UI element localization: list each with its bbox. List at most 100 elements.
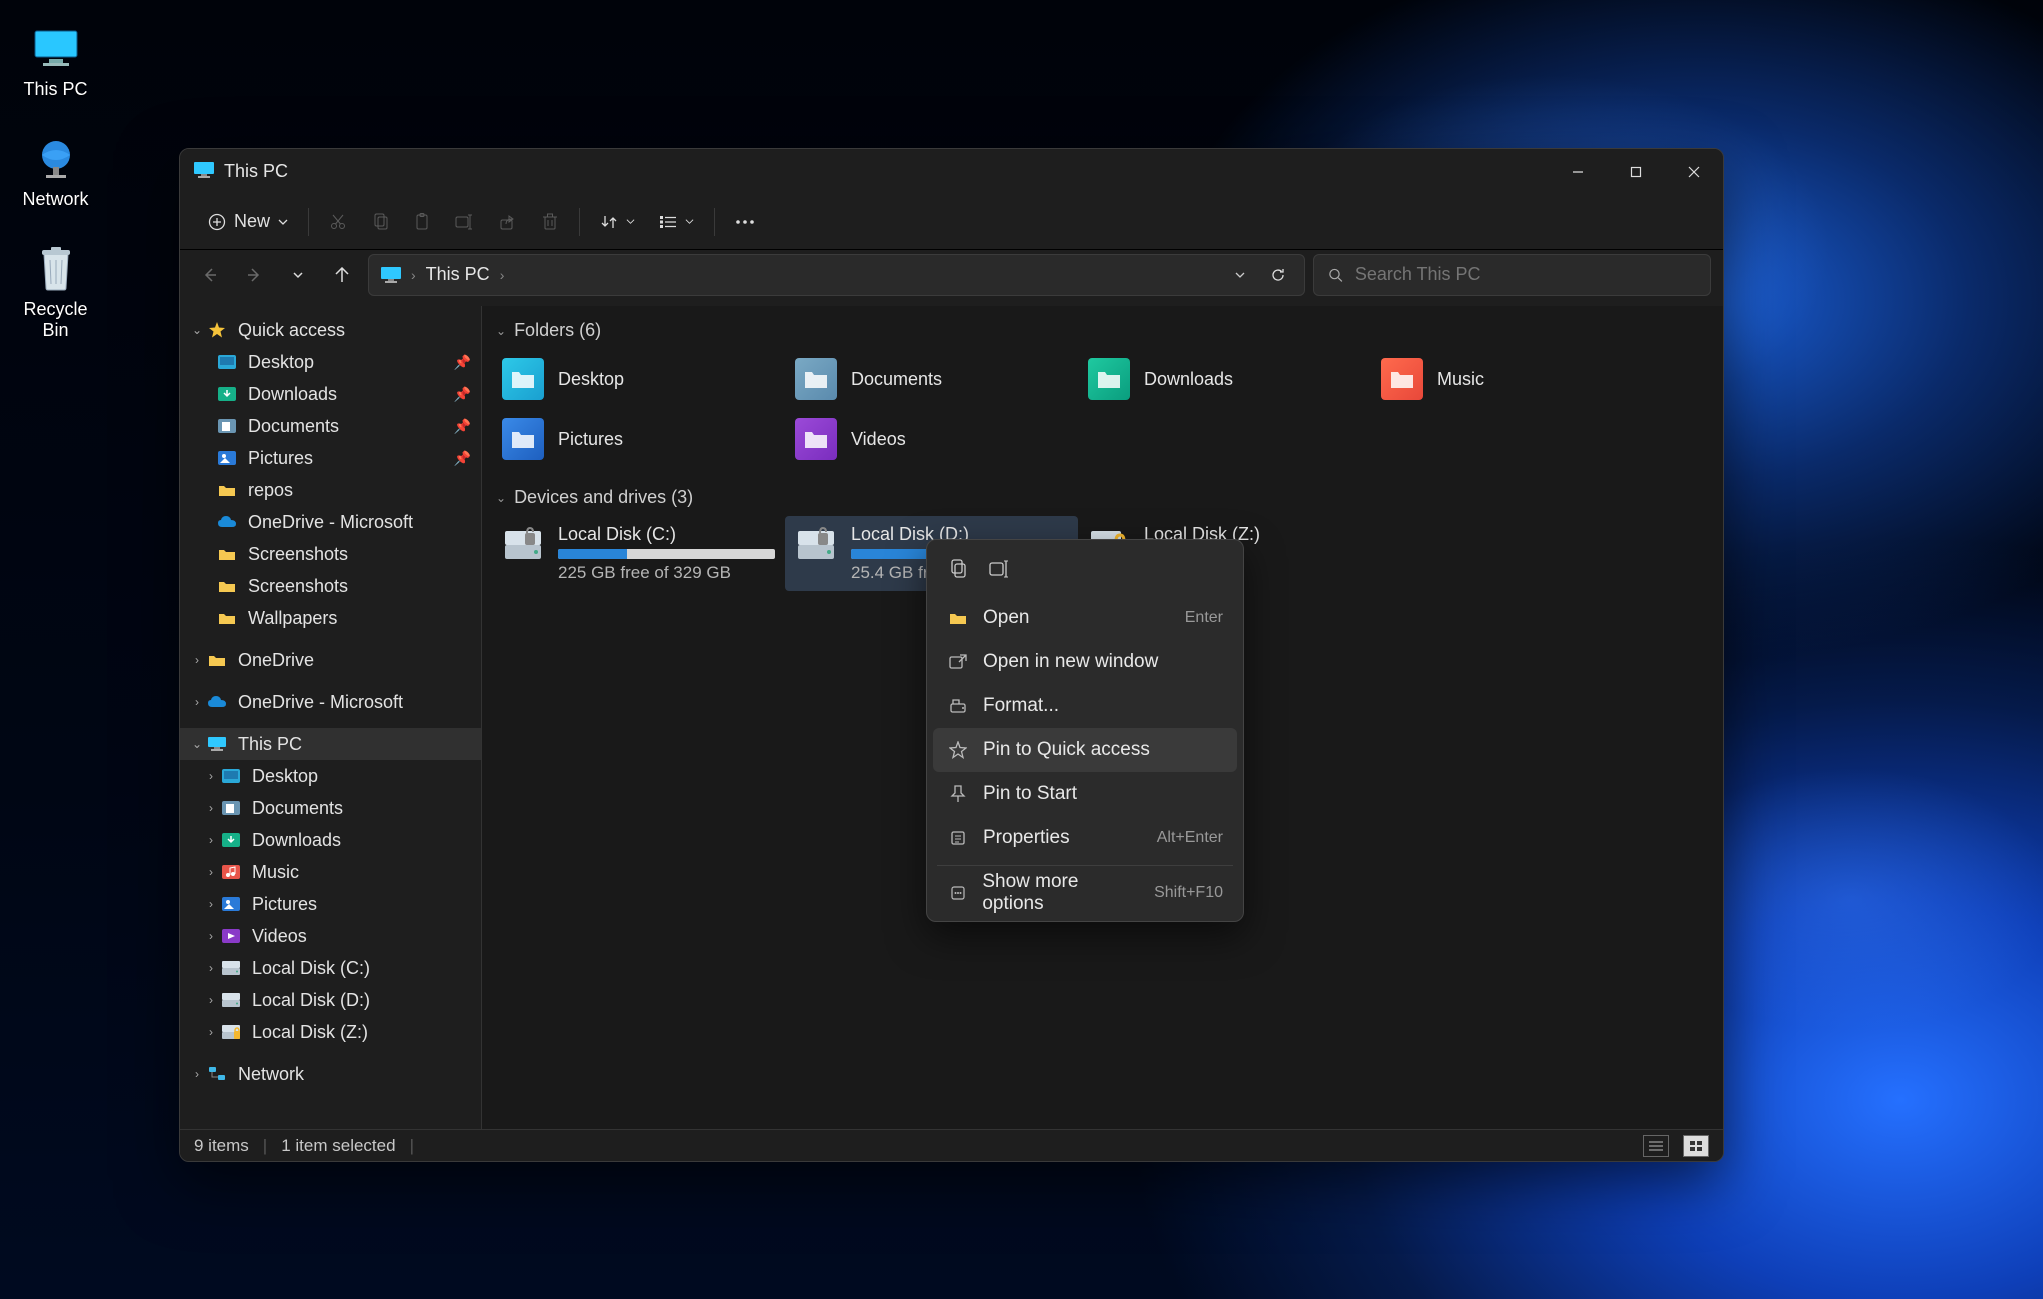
cut-button[interactable] <box>319 203 357 241</box>
drive-icon <box>502 524 544 566</box>
rename-button[interactable] <box>445 203 485 241</box>
sidebar-item-label: This PC <box>238 734 302 755</box>
chevron-right-icon[interactable]: › <box>188 1067 206 1081</box>
paste-button[interactable] <box>403 203 441 241</box>
maximize-button[interactable] <box>1607 149 1665 194</box>
sidebar-item-pictures[interactable]: › Pictures <box>180 888 481 920</box>
sidebar-item-onedrive---microsoft[interactable]: OneDrive - Microsoft <box>180 506 481 538</box>
delete-button[interactable] <box>531 203 569 241</box>
context-menu-format-[interactable]: Format... <box>933 684 1237 728</box>
new-button[interactable]: New <box>198 203 298 241</box>
chevron-right-icon[interactable]: › <box>202 769 220 783</box>
drive-item-local-disk-c-[interactable]: Local Disk (C:)225 GB free of 329 GB <box>492 516 785 591</box>
navigation-pane[interactable]: ⌄ Quick access Desktop📌Downloads📌Documen… <box>180 306 482 1129</box>
chevron-right-icon[interactable]: › <box>202 929 220 943</box>
sidebar-onedrive-ms[interactable]: › OneDrive - Microsoft <box>180 686 481 718</box>
pictures-icon <box>220 893 242 915</box>
chevron-right-icon[interactable]: › <box>188 653 206 667</box>
group-header-folders[interactable]: ⌄ Folders (6) <box>486 314 1719 347</box>
titlebar[interactable]: This PC <box>180 149 1723 194</box>
tiles-view-button[interactable] <box>1683 1135 1709 1157</box>
chevron-down-icon[interactable]: ⌄ <box>188 737 206 751</box>
pin-icon: 📌 <box>454 354 471 371</box>
minimize-button[interactable] <box>1549 149 1607 194</box>
recent-button[interactable] <box>280 256 316 294</box>
sidebar-item-label: Music <box>252 862 299 883</box>
breadcrumb-item[interactable]: This PC <box>426 264 490 285</box>
chevron-right-icon[interactable]: › <box>202 1025 220 1039</box>
sidebar-item-label: Documents <box>252 798 343 819</box>
sidebar-item-pictures[interactable]: Pictures📌 <box>180 442 481 474</box>
folder-item-documents[interactable]: Documents <box>785 349 1078 409</box>
sidebar-item-documents[interactable]: Documents📌 <box>180 410 481 442</box>
sidebar-item-label: Downloads <box>248 384 337 405</box>
view-button[interactable] <box>649 203 704 241</box>
search-box[interactable] <box>1313 254 1711 296</box>
context-menu-open-in-new-window[interactable]: Open in new window <box>933 640 1237 684</box>
sidebar-item-downloads[interactable]: Downloads📌 <box>180 378 481 410</box>
folder-item-music[interactable]: Music <box>1371 349 1664 409</box>
sidebar-item-wallpapers[interactable]: Wallpapers <box>180 602 481 634</box>
group-header-drives[interactable]: ⌄ Devices and drives (3) <box>486 481 1719 514</box>
details-view-button[interactable] <box>1643 1135 1669 1157</box>
sidebar-item-repos[interactable]: repos <box>180 474 481 506</box>
sidebar-item-documents[interactable]: › Documents <box>180 792 481 824</box>
context-menu-open[interactable]: OpenEnter <box>933 596 1237 640</box>
chevron-right-icon[interactable]: › <box>202 865 220 879</box>
folder-item-desktop[interactable]: Desktop <box>492 349 785 409</box>
desktop-icon-recycle-bin[interactable]: Recycle Bin <box>8 245 103 341</box>
back-button[interactable] <box>192 256 228 294</box>
sidebar-quick-access[interactable]: ⌄ Quick access <box>180 314 481 346</box>
context-menu-pin-to-start[interactable]: Pin to Start <box>933 772 1237 816</box>
sidebar-network[interactable]: › Network <box>180 1058 481 1090</box>
rename-button[interactable] <box>983 552 1017 586</box>
folder-icon <box>502 418 544 460</box>
chevron-down-icon[interactable]: ⌄ <box>188 323 206 337</box>
close-button[interactable] <box>1665 149 1723 194</box>
more-button[interactable] <box>725 203 765 241</box>
up-button[interactable] <box>324 256 360 294</box>
sidebar-item-local-disk-z-[interactable]: ›Local Disk (Z:) <box>180 1016 481 1048</box>
sidebar-item-local-disk-c-[interactable]: ›Local Disk (C:) <box>180 952 481 984</box>
sidebar-item-label: Screenshots <box>248 576 348 597</box>
desktop-icon-this-pc[interactable]: This PC <box>8 25 103 100</box>
chevron-right-icon[interactable]: › <box>202 993 220 1007</box>
chevron-right-icon[interactable]: › <box>188 695 206 709</box>
sidebar-item-label: Local Disk (D:) <box>252 990 370 1011</box>
sidebar-onedrive[interactable]: › OneDrive <box>180 644 481 676</box>
sort-button[interactable] <box>590 203 645 241</box>
chevron-right-icon[interactable]: › <box>202 833 220 847</box>
sidebar-item-label: Quick access <box>238 320 345 341</box>
chevron-right-icon[interactable]: › <box>202 801 220 815</box>
address-bar[interactable]: › This PC › <box>368 254 1305 296</box>
sidebar-item-downloads[interactable]: ›Downloads <box>180 824 481 856</box>
chevron-right-icon[interactable]: › <box>202 897 220 911</box>
folder-label: Music <box>1437 369 1484 390</box>
monitor-icon <box>206 733 228 755</box>
sidebar-item-videos[interactable]: ›Videos <box>180 920 481 952</box>
copy-button[interactable] <box>941 552 975 586</box>
folder-item-pictures[interactable]: Pictures <box>492 409 785 469</box>
sidebar-item-screenshots[interactable]: Screenshots <box>180 538 481 570</box>
sidebar-this-pc[interactable]: ⌄ This PC <box>180 728 481 760</box>
chevron-right-icon[interactable]: › <box>202 961 220 975</box>
recycle-bin-icon <box>32 245 80 293</box>
sidebar-item-music[interactable]: › Music <box>180 856 481 888</box>
search-input[interactable] <box>1355 264 1696 285</box>
desktop-icon-network[interactable]: Network <box>8 135 103 210</box>
sidebar-item-label: Pictures <box>252 894 317 915</box>
refresh-button[interactable] <box>1264 261 1292 289</box>
sidebar-item-screenshots[interactable]: Screenshots <box>180 570 481 602</box>
address-dropdown[interactable] <box>1226 261 1254 289</box>
context-menu-show-more[interactable]: Show more options Shift+F10 <box>933 871 1237 915</box>
forward-button[interactable] <box>236 256 272 294</box>
folder-item-downloads[interactable]: Downloads <box>1078 349 1371 409</box>
sidebar-item-desktop[interactable]: ›Desktop <box>180 760 481 792</box>
share-button[interactable] <box>489 203 527 241</box>
sidebar-item-local-disk-d-[interactable]: › Local Disk (D:) <box>180 984 481 1016</box>
context-menu-pin-to-quick-access[interactable]: Pin to Quick access <box>933 728 1237 772</box>
folder-item-videos[interactable]: Videos <box>785 409 1078 469</box>
sidebar-item-desktop[interactable]: Desktop📌 <box>180 346 481 378</box>
context-menu-properties[interactable]: PropertiesAlt+Enter <box>933 816 1237 860</box>
copy-button[interactable] <box>361 203 399 241</box>
